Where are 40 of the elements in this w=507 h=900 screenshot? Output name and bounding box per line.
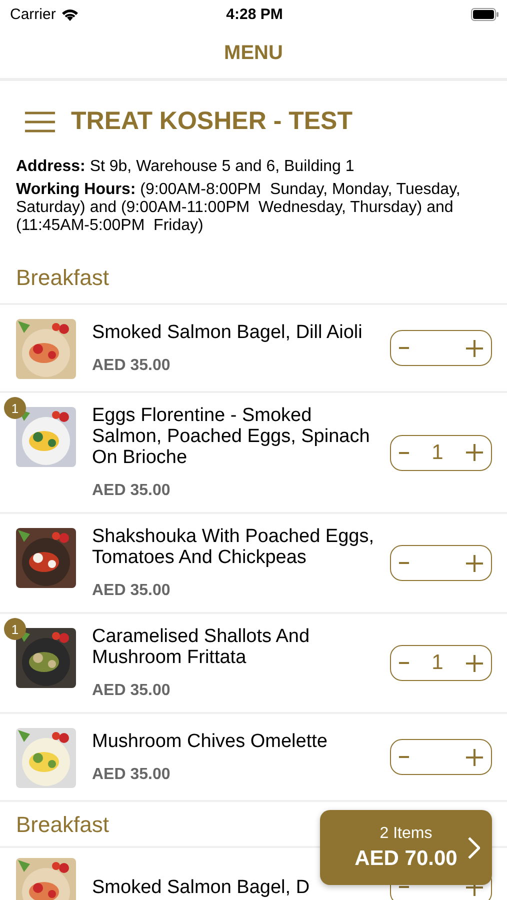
battery-icon — [471, 8, 500, 20]
quantity-stepper[interactable]: 1 — [390, 434, 492, 470]
section-title: Breakfast — [16, 265, 109, 290]
count-badge: 1 — [4, 397, 26, 419]
carrier-name: Carrier — [10, 6, 56, 22]
screen-title: MENU — [224, 42, 283, 64]
quantity-stepper[interactable] — [390, 330, 492, 366]
item-name: Smoked Salmon Bagel, D — [92, 876, 311, 898]
plus-icon[interactable] — [466, 654, 483, 672]
item-quantity: 1 — [432, 651, 444, 675]
menu-icon[interactable] — [25, 110, 55, 132]
address-label: Address: — [16, 158, 86, 175]
count-badge: 1 — [4, 618, 26, 640]
item-price: AED 35.00 — [92, 482, 172, 500]
plus-icon[interactable] — [466, 340, 483, 356]
item-name: Mushroom Chives Omelette — [92, 730, 328, 752]
plus-icon[interactable] — [466, 748, 483, 766]
address-text: St 9b, Warehouse 5 and 6, Building 1 — [90, 158, 354, 175]
quantity-stepper[interactable]: 1 — [390, 645, 492, 681]
item-price: AED 35.00 — [92, 682, 172, 700]
wifi-icon — [60, 8, 79, 20]
item-quantity: 1 — [432, 440, 444, 464]
quantity-stepper[interactable] — [390, 739, 492, 775]
quantity-stepper[interactable] — [390, 545, 492, 581]
item-price: AED 35.00 — [92, 766, 172, 784]
minus-icon[interactable] — [399, 452, 409, 454]
item-name: Smoked Salmon Bagel, Dill Aioli — [92, 322, 364, 342]
section-title: Breakfast — [16, 812, 109, 837]
item-price: AED 35.00 — [92, 582, 172, 600]
item-price: AED 35.00 — [92, 356, 172, 374]
item-name: Shakshouka With Poached Eggs, Tomatoes And Chickpeas — [92, 526, 374, 568]
plus-icon[interactable] — [466, 444, 483, 461]
restaurant-name: TREAT KOSHER - TEST — [71, 107, 352, 136]
cart-toast[interactable]: 2 Items AED 70.00 — [320, 810, 492, 885]
clock-time: 4:28 PM — [226, 6, 283, 22]
item-name: Caramelised Shallots And Mushroom Frittata — [92, 626, 311, 668]
chevron-icon — [468, 836, 480, 858]
item-name: Eggs Florentine - Smoked Salmon, Poached Eggs, Spinach On Brioche — [92, 405, 371, 468]
working-hours-text: Working Hours: (9:00AM-8:00PM Sunday, Monday, Tuesday, Saturday) and (9:00AM-11:00PM Wednesday, Thursday) and (11:45AM-5:00PM Friday) — [16, 181, 462, 235]
plus-icon[interactable] — [466, 554, 483, 572]
